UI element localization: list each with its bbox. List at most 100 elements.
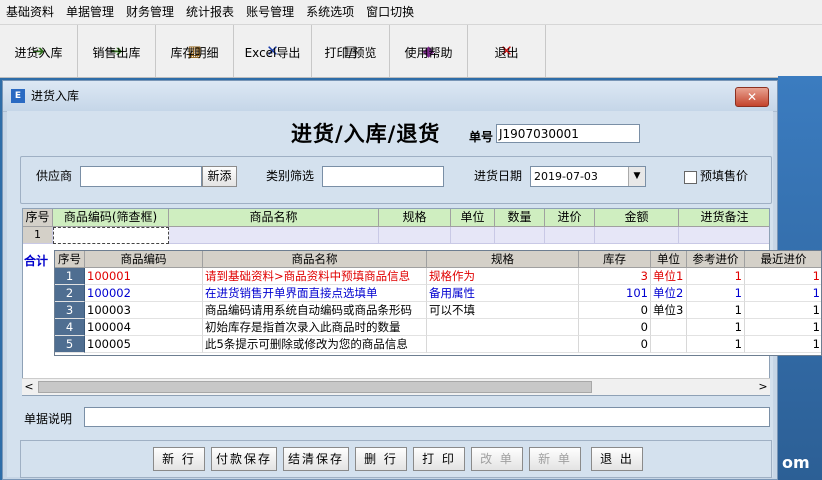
popup-cell-no: 5 — [55, 336, 85, 353]
scroll-left-icon[interactable]: < — [22, 379, 36, 395]
toolbar-button-label: 使用帮助 — [404, 46, 453, 60]
purchase-date-value: 2019-07-03 — [534, 170, 598, 183]
scroll-thumb[interactable] — [38, 381, 592, 393]
purchase-date-label: 进货日期 — [474, 169, 523, 183]
action-button-5[interactable]: 打 印 — [413, 447, 465, 471]
popup-cell-stock: 0 — [579, 319, 651, 336]
popup-col-header: 库存 — [579, 251, 651, 268]
toolbar-button-1[interactable]: ➔ 进货入库 — [0, 25, 78, 77]
toolbar-button-label: 进货入库 — [14, 46, 63, 60]
popup-cell-no: 1 — [55, 268, 85, 285]
action-button-4[interactable]: 删 行 — [355, 447, 407, 471]
toolbar-button-4[interactable]: ✕ Excel导出 — [234, 25, 312, 77]
toolbar-button-6[interactable]: ◆ 使用帮助 — [390, 25, 468, 77]
grid-col-header[interactable]: 商品编码(筛查框) — [53, 209, 169, 227]
popup-cell-spec — [427, 319, 579, 336]
window-titlebar[interactable]: E 进货入库 ✕ — [3, 81, 777, 112]
popup-cell-unit: 单位2 — [651, 285, 687, 302]
action-button-1[interactable]: 新 行 — [153, 447, 205, 471]
prefill-price-checkbox[interactable] — [684, 171, 697, 184]
menu-system-options[interactable]: 系统选项 — [300, 0, 360, 24]
doc-no-input[interactable]: J1907030001 — [496, 124, 640, 143]
popup-cell-ref: 1 — [687, 268, 745, 285]
popup-cell-spec: 备用属性 — [427, 285, 579, 302]
popup-cell-no: 2 — [55, 285, 85, 302]
popup-cell-stock: 0 — [579, 336, 651, 353]
action-button-7[interactable]: 新 单 — [529, 447, 581, 471]
row-number: 1 — [23, 227, 53, 244]
table-row[interactable]: 4 100004 初始库存是指首次录入此商品时的数量 0 1 1 — [55, 319, 821, 336]
supplier-input[interactable] — [80, 166, 202, 187]
total-label: 合计 — [24, 254, 49, 268]
category-filter-input[interactable] — [322, 166, 444, 187]
table-row[interactable]: 5 100005 此5条提示可删除或修改为您的商品信息 0 1 1 — [55, 336, 821, 353]
popup-cell-no: 3 — [55, 302, 85, 319]
popup-cell-name: 商品编码请用系统自动编码或商品条形码 — [203, 302, 427, 319]
popup-col-header: 参考进价 — [687, 251, 745, 268]
grid-col-header: 金额 — [595, 209, 679, 227]
purchase-date-picker[interactable]: 2019-07-03 ▼ — [530, 166, 646, 187]
menu-basic-data[interactable]: 基础资料 — [0, 0, 60, 24]
item-code-filter-cell[interactable] — [53, 227, 169, 244]
popup-cell-last: 1 — [745, 285, 821, 302]
popup-cell-stock: 3 — [579, 268, 651, 285]
product-lookup-popup: 序号 商品编码 商品名称 规格 库存 单位 参考进价 最近进价 1 100001 请… — [54, 250, 822, 356]
action-button-3[interactable]: 结清保存 — [283, 447, 349, 471]
table-row[interactable]: 1 — [23, 227, 769, 244]
toolbar-button-label: 退出 — [494, 46, 519, 60]
toolbar: ➔ 进货入库 ➔ 销售出库 ▦ 库存明细 ✕ Excel导出 ▤ 打印/预览 ◆ 使用帮助 ✕ 退出 — [0, 24, 822, 78]
toolbar-button-3[interactable]: ▦ 库存明细 — [156, 25, 234, 77]
popup-cell-name: 此5条提示可删除或修改为您的商品信息 — [203, 336, 427, 353]
popup-cell-last: 1 — [745, 319, 821, 336]
menu-bar: 基础资料 单据管理 财务管理 统计报表 账号管理 系统选项 窗口切换 — [0, 0, 822, 24]
grid-horizontal-scrollbar[interactable]: < > — [22, 378, 770, 395]
toolbar-button-7[interactable]: ✕ 退出 — [468, 25, 546, 77]
table-cell[interactable] — [379, 227, 451, 244]
action-button-6[interactable]: 改 单 — [471, 447, 523, 471]
chevron-down-icon[interactable]: ▼ — [628, 167, 645, 186]
memo-label: 单据说明 — [24, 412, 73, 426]
menu-window-switch[interactable]: 窗口切换 — [360, 0, 420, 24]
popup-col-header: 商品编码 — [85, 251, 203, 268]
popup-cell-name: 在进货销售开单界面直接点选填单 — [203, 285, 427, 302]
table-cell[interactable] — [595, 227, 679, 244]
table-cell[interactable] — [451, 227, 495, 244]
table-row[interactable]: 3 100003 商品编码请用系统自动编码或商品条形码 可以不填 0 单位3 1 1 — [55, 302, 821, 319]
memo-input[interactable] — [84, 407, 770, 427]
doc-no-label: 单号 — [469, 130, 494, 144]
popup-cell-stock: 101 — [579, 285, 651, 302]
popup-cell-code: 100002 — [85, 285, 203, 302]
action-button-2[interactable]: 付款保存 — [211, 447, 277, 471]
category-filter-label: 类别筛选 — [266, 169, 315, 183]
scroll-right-icon[interactable]: > — [756, 379, 770, 395]
add-supplier-button[interactable]: 新添 — [202, 166, 237, 187]
popup-cell-unit: 单位1 — [651, 268, 687, 285]
menu-documents[interactable]: 单据管理 — [60, 0, 120, 24]
popup-col-header: 最近进价 — [745, 251, 821, 268]
popup-cell-stock: 0 — [579, 302, 651, 319]
toolbar-button-label: 库存明细 — [170, 46, 219, 60]
table-cell[interactable] — [495, 227, 545, 244]
popup-col-header: 规格 — [427, 251, 579, 268]
prefill-price-label: 预填售价 — [700, 169, 749, 183]
grid-col-header: 商品名称 — [169, 209, 379, 227]
table-row[interactable]: 2 100002 在进货销售开单界面直接点选填单 备用属性 101 单位2 1 1 — [55, 285, 821, 302]
popup-cell-code: 100004 — [85, 319, 203, 336]
popup-cell-ref: 1 — [687, 285, 745, 302]
menu-reports[interactable]: 统计报表 — [180, 0, 240, 24]
popup-rows: 1 100001 请到基础资料>商品资料中预填商品信息 规格作为 3 单位1 1 1 2 1000… — [55, 268, 821, 353]
action-bar: 新 行付款保存 结清保存删 行打 印改 单新 单退 出 — [20, 440, 772, 478]
table-cell[interactable] — [679, 227, 769, 244]
toolbar-button-2[interactable]: ➔ 销售出库 — [78, 25, 156, 77]
table-row[interactable]: 1 100001 请到基础资料>商品资料中预填商品信息 规格作为 3 单位1 1 1 — [55, 268, 821, 285]
popup-cell-spec — [427, 336, 579, 353]
menu-accounts[interactable]: 账号管理 — [240, 0, 300, 24]
window-close-button[interactable]: ✕ — [735, 87, 769, 107]
action-button-8[interactable]: 退 出 — [591, 447, 643, 471]
popup-cell-code: 100001 — [85, 268, 203, 285]
table-cell[interactable] — [169, 227, 379, 244]
desktop-text: om — [782, 453, 810, 472]
menu-finance[interactable]: 财务管理 — [120, 0, 180, 24]
table-cell[interactable] — [545, 227, 595, 244]
toolbar-button-5[interactable]: ▤ 打印/预览 — [312, 25, 390, 77]
